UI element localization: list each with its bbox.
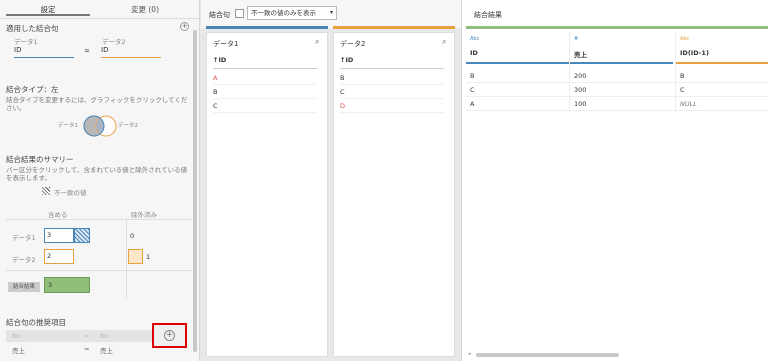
cell: 100 <box>574 100 587 108</box>
search-icon[interactable]: ⌕ <box>442 37 446 47</box>
left-scrollbar[interactable] <box>193 30 197 352</box>
join-type-desc: 結合タイプを変更するには、グラフィックをクリックしてください。 <box>6 96 188 112</box>
divider <box>675 32 676 112</box>
horizontal-scrollbar[interactable] <box>476 353 619 357</box>
data2-excluded-bar[interactable] <box>128 249 143 264</box>
data1-value-B[interactable]: B <box>213 86 317 99</box>
data2-value-C[interactable]: C <box>340 86 444 99</box>
applied-join-title: 適用した結合句 <box>6 24 59 33</box>
venn-left-label: データ1 <box>58 123 78 129</box>
data2-included-bar[interactable]: 2 <box>44 249 74 264</box>
data1-title: データ1 <box>213 40 239 48</box>
summary-desc: バー区分をクリックして、含まれている値と除外されている値を表示します。 <box>6 166 188 182</box>
result-color-bar <box>466 26 768 29</box>
null-cell: NULL <box>680 100 697 108</box>
tab-changes[interactable]: 変更 (0) <box>100 4 190 16</box>
recommend-title: 結合句の推奨項目 <box>6 318 66 327</box>
join-right-field[interactable]: ID <box>101 46 161 58</box>
recommend-right: 売上 <box>100 347 113 355</box>
data1-field-header[interactable]: ↑ID <box>213 56 317 69</box>
summary-title: 結合結果のサマリー <box>6 155 74 164</box>
data2-field-header[interactable]: ↑ID <box>340 56 444 69</box>
result-label: 結合結果 <box>8 282 40 292</box>
col-header-sales[interactable]: 売上 <box>574 49 587 59</box>
join-right-label: データ2 <box>102 38 126 46</box>
string-type-icon: Abc <box>470 36 480 42</box>
tab-settings[interactable]: 設定 <box>6 4 90 16</box>
result-panel: 結合結果 Abc ID # 売上 Abc ID(ID-1) B 200 B C … <box>461 0 768 361</box>
col-header-id[interactable]: ID <box>470 49 478 57</box>
data1-panel: データ1 ⌕ ↑ID A B C <box>206 32 328 357</box>
col-excluded: 除外済み <box>131 211 157 219</box>
data2-color-bar <box>333 26 455 29</box>
cell: A <box>470 100 475 108</box>
recommend-left: 売上 <box>12 347 25 355</box>
scroll-left-icon[interactable]: ◂ <box>468 351 472 357</box>
recommend-op: = <box>84 332 90 340</box>
divider <box>569 32 570 112</box>
data1-excluded-value: 0 <box>130 232 135 240</box>
dropdown-label: 不一致の値のみを表示 <box>251 9 316 17</box>
cell: B <box>470 72 475 80</box>
chevron-down-icon: ▾ <box>329 9 333 16</box>
venn-right-label: データ2 <box>118 123 138 129</box>
data1-value-C[interactable]: C <box>213 100 317 113</box>
data1-unmatched-bar[interactable] <box>74 228 90 243</box>
number-type-icon: # <box>574 36 579 42</box>
data2-title: データ2 <box>340 40 366 48</box>
cell: C <box>470 86 475 94</box>
divider <box>6 270 192 271</box>
add-recommendation-button[interactable]: + <box>152 323 187 348</box>
data1-color-bar <box>206 26 328 29</box>
col-underline <box>570 62 673 64</box>
col-underline <box>466 62 569 64</box>
join-type-title: 結合タイプ：左 <box>6 85 59 94</box>
plus-circle-icon: + <box>164 330 175 341</box>
join-type-venn-diagram[interactable] <box>80 115 120 137</box>
unmatched-pattern-icon <box>42 187 50 195</box>
data1-value-A[interactable]: A <box>213 72 317 85</box>
col-underline <box>676 62 768 64</box>
cell: C <box>680 86 685 94</box>
divider <box>0 18 200 19</box>
result-header: Abc ID # 売上 Abc ID(ID-1) <box>466 32 768 66</box>
table-row[interactable]: A 100 NULL <box>466 98 768 111</box>
data2-excluded-value: 1 <box>146 253 151 261</box>
join-left-label: データ1 <box>14 38 38 46</box>
data2-value-B[interactable]: B <box>340 72 444 85</box>
col-included: 含める <box>48 211 68 219</box>
summary-row-label-data2: データ2 <box>12 256 36 264</box>
recommend-right: No <box>100 332 109 340</box>
data2-panel: データ2 ⌕ ↑ID B C D <box>333 32 455 357</box>
join-label: 結合句 <box>209 11 230 19</box>
unmatched-only-checkbox[interactable] <box>235 9 244 18</box>
add-join-clause-icon[interactable]: + <box>180 22 189 31</box>
recommend-row-2[interactable]: 売上 = 売上 <box>6 343 156 355</box>
recommend-op: = <box>84 345 90 353</box>
col-header-id-1[interactable]: ID(ID-1) <box>680 49 709 57</box>
table-row[interactable]: B 200 B <box>466 70 768 83</box>
join-operator[interactable]: = <box>84 47 90 55</box>
join-header: 結合句 不一致の値のみを表示 ▾ <box>201 0 461 28</box>
cell: 200 <box>574 72 587 80</box>
search-icon[interactable]: ⌕ <box>315 37 319 47</box>
data1-included-bar[interactable]: 3 <box>44 228 74 243</box>
divider <box>6 219 192 220</box>
settings-panel: 設定 変更 (0) 適用した結合句 + データ1 データ2 ID = ID 結合… <box>0 0 200 361</box>
recommend-row-1[interactable]: No = No <box>6 330 156 342</box>
string-type-icon: Abc <box>680 36 690 42</box>
result-bar[interactable]: 3 <box>44 277 90 293</box>
unmatched-only-dropdown[interactable]: 不一致の値のみを表示 ▾ <box>247 6 337 20</box>
cell: B <box>680 72 685 80</box>
join-left-field[interactable]: ID <box>14 46 74 58</box>
divider <box>126 219 127 299</box>
data2-value-D[interactable]: D <box>340 100 444 113</box>
legend-unmatched: 不一致の値 <box>54 189 87 197</box>
cell: 300 <box>574 86 587 94</box>
recommend-left: No <box>12 332 21 340</box>
table-row[interactable]: C 300 C <box>466 84 768 97</box>
result-title: 結合結果 <box>474 11 502 19</box>
summary-row-label-data1: データ1 <box>12 234 36 242</box>
